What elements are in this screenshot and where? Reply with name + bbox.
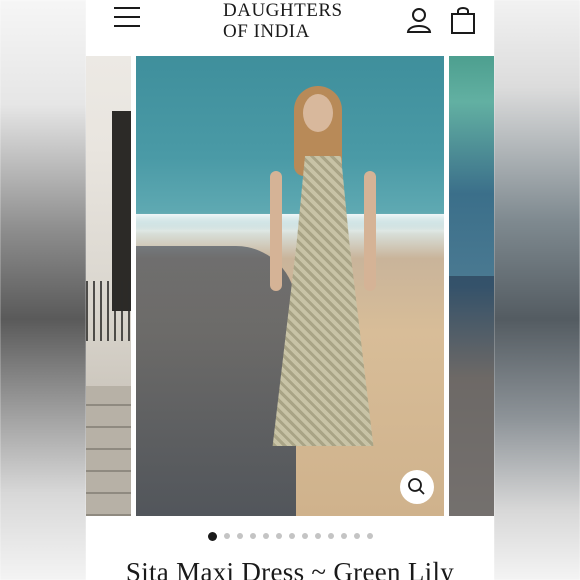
shopping-bag-icon[interactable] — [450, 6, 476, 34]
carousel-dot[interactable] — [366, 533, 373, 539]
carousel-dot[interactable] — [275, 533, 282, 539]
zoom-button[interactable] — [400, 470, 434, 504]
right-blurred-backdrop — [494, 0, 580, 580]
carousel-dot[interactable] — [262, 533, 269, 539]
carousel-dot[interactable] — [314, 533, 321, 539]
site-header: DAUGHTERS OF INDIA — [86, 0, 494, 52]
current-product-image[interactable] — [136, 56, 444, 516]
carousel-dot[interactable] — [340, 533, 347, 539]
hamburger-menu-icon[interactable] — [114, 7, 140, 27]
brand-logo-line-1: DAUGHTERS — [223, 0, 343, 21]
product-title: Sita Maxi Dress ~ Green Lily — [125, 557, 455, 580]
model-in-dress-photo — [248, 86, 398, 446]
previous-product-image[interactable] — [86, 56, 131, 516]
carousel-dot[interactable] — [223, 533, 230, 539]
product-image-carousel[interactable] — [86, 56, 494, 516]
carousel-dot[interactable] — [288, 533, 295, 539]
carousel-dot[interactable] — [301, 533, 308, 539]
brand-logo[interactable]: DAUGHTERS OF INDIA — [223, 0, 363, 42]
brand-logo-line-2: OF INDIA — [223, 21, 310, 42]
magnifier-icon — [408, 478, 425, 495]
mobile-page: DAUGHTERS OF INDIA Sita Maxi Dress ~ Gre… — [86, 0, 494, 580]
left-blurred-backdrop — [0, 0, 86, 580]
carousel-dot[interactable] — [249, 533, 256, 539]
next-product-image[interactable] — [449, 56, 494, 516]
carousel-pagination — [86, 528, 494, 544]
carousel-dot[interactable] — [236, 533, 243, 539]
user-icon[interactable] — [406, 6, 432, 34]
carousel-dot[interactable] — [353, 533, 360, 539]
carousel-dot-active[interactable] — [207, 531, 217, 541]
carousel-dot[interactable] — [327, 533, 334, 539]
